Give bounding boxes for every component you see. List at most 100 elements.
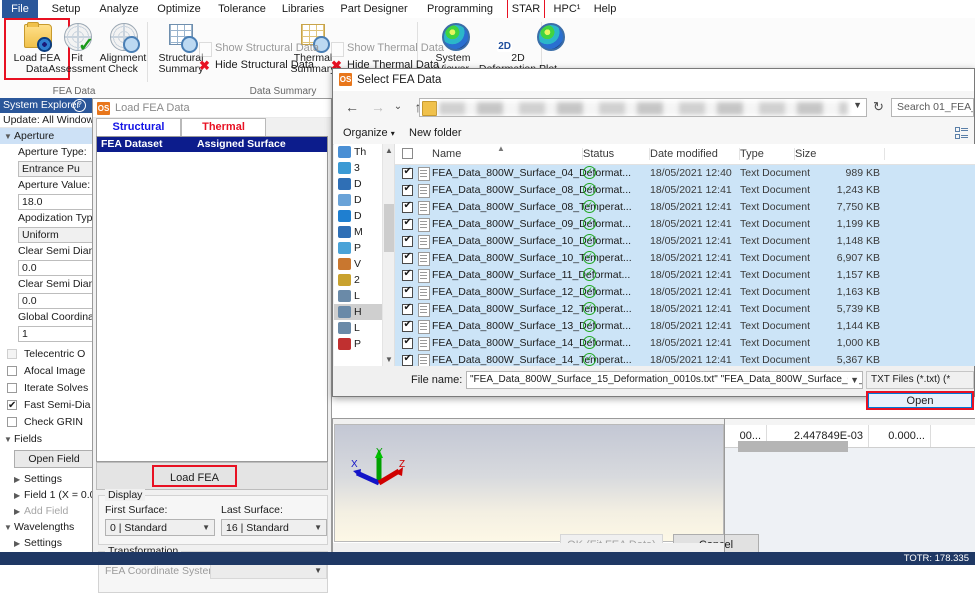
- file-checkbox[interactable]: [402, 253, 413, 264]
- tree-node-wavelength-settings[interactable]: ▶Settings: [0, 535, 92, 551]
- file-checkbox[interactable]: [402, 270, 413, 281]
- file-checkbox[interactable]: [402, 202, 413, 213]
- tree-node-field-1[interactable]: ▶Field 1 (X = 0.00: [0, 487, 92, 503]
- fea-dataset-grid[interactable]: FEA Dataset Assigned Surface: [96, 136, 328, 462]
- organize-button[interactable]: Organize ▾: [343, 123, 395, 144]
- back-icon[interactable]: ←: [341, 96, 363, 118]
- column-separator[interactable]: [884, 148, 885, 160]
- file-checkbox[interactable]: [402, 321, 413, 332]
- apodization-type-input[interactable]: Uniform: [18, 227, 93, 243]
- update-all-windows-row[interactable]: Update: All Windows: [0, 113, 92, 128]
- chevron-right-icon[interactable]: ▶: [14, 536, 24, 552]
- iterate-solves-checkbox-row[interactable]: Iterate Solves: [0, 380, 92, 397]
- tree-node-add-field[interactable]: ▶Add Field: [0, 503, 92, 519]
- tab-thermal[interactable]: Thermal: [181, 118, 266, 136]
- column-header-date-modified[interactable]: Date modified: [650, 144, 740, 164]
- check-grin-checkbox-row[interactable]: Check GRIN: [0, 414, 92, 431]
- chevron-right-icon[interactable]: ▶: [14, 504, 24, 520]
- forward-icon[interactable]: →: [367, 96, 389, 118]
- file-checkbox[interactable]: [402, 287, 413, 298]
- checkbox-icon[interactable]: [7, 383, 17, 393]
- file-row[interactable]: FEA_Data_800W_Surface_14_Deformat...18/0…: [395, 335, 975, 352]
- checkbox-icon[interactable]: [7, 400, 17, 410]
- file-checkbox[interactable]: [402, 219, 413, 230]
- fast-semi-diameter-checkbox-row[interactable]: Fast Semi-Dia: [0, 397, 92, 414]
- menu-item-tolerance[interactable]: Tolerance: [212, 0, 272, 18]
- aperture-type-input[interactable]: Entrance Pu: [18, 161, 93, 177]
- last-surface-select[interactable]: 16 | Standard▼: [221, 519, 327, 536]
- menu-item-part-designer[interactable]: Part Designer: [334, 0, 414, 18]
- file-name-input[interactable]: "FEA_Data_800W_Surface_15_Deformation_00…: [466, 371, 863, 389]
- search-input[interactable]: Search 01_FEA_Da: [891, 98, 974, 117]
- file-checkbox[interactable]: [402, 304, 413, 315]
- refresh-icon[interactable]: ↻: [873, 99, 884, 115]
- address-bar[interactable]: ▼: [419, 98, 867, 117]
- column-header-status[interactable]: Status: [583, 144, 650, 164]
- file-checkbox[interactable]: [402, 338, 413, 349]
- chevron-down-icon[interactable]: ▼: [853, 100, 862, 110]
- select-all-checkbox[interactable]: [402, 148, 413, 159]
- clear-semi-diameter-input[interactable]: 0.0: [18, 260, 93, 276]
- menu-item-analyze[interactable]: Analyze: [92, 0, 146, 18]
- telecentric-checkbox-row[interactable]: Telecentric O: [0, 346, 92, 363]
- tab-structural[interactable]: Structural: [96, 118, 181, 136]
- chevron-down-icon[interactable]: ▼: [4, 520, 14, 536]
- chevron-down-icon[interactable]: ▼: [848, 372, 859, 388]
- menu-item-hpc-[interactable]: HPC¹: [550, 0, 584, 18]
- chevron-right-icon[interactable]: ▶: [14, 488, 24, 504]
- file-row[interactable]: FEA_Data_800W_Surface_08_Temperat...18/0…: [395, 199, 975, 216]
- load-fea-button[interactable]: Load FEA: [152, 465, 237, 487]
- file-checkbox[interactable]: [402, 185, 413, 196]
- checkbox-icon[interactable]: [7, 366, 17, 376]
- file-checkbox[interactable]: [402, 168, 413, 179]
- file-checkbox[interactable]: [402, 355, 413, 366]
- alignment-check-button[interactable]: Alignment Check: [92, 20, 154, 78]
- new-folder-button[interactable]: New folder: [409, 123, 462, 144]
- menu-item-help[interactable]: Help: [588, 0, 622, 18]
- open-field-button[interactable]: Open Field: [14, 450, 93, 468]
- checkbox-icon[interactable]: [7, 349, 17, 359]
- file-row[interactable]: FEA_Data_800W_Surface_10_Temperat...18/0…: [395, 250, 975, 267]
- file-checkbox[interactable]: [402, 236, 413, 247]
- file-row[interactable]: FEA_Data_800W_Surface_10_Deformat...18/0…: [395, 233, 975, 250]
- tree-node-aperture[interactable]: ▼Aperture: [0, 128, 92, 144]
- help-icon[interactable]: ?: [73, 99, 86, 112]
- tree-node-field-settings[interactable]: ▶Settings: [0, 471, 92, 487]
- file-row[interactable]: FEA_Data_800W_Surface_12_Temperat...18/0…: [395, 301, 975, 318]
- menu-item-star[interactable]: STAR: [508, 0, 544, 18]
- chevron-down-icon[interactable]: ▼: [4, 129, 14, 145]
- hide-structural-data-button[interactable]: ✖ Hide Structural Data: [196, 57, 314, 74]
- tree-node-wavelengths[interactable]: ▼Wavelengths: [0, 519, 92, 535]
- file-row[interactable]: FEA_Data_800W_Surface_13_Deformat...18/0…: [395, 318, 975, 335]
- aperture-value-input[interactable]: 18.0: [18, 194, 93, 210]
- global-coordinate-input[interactable]: 1: [18, 326, 93, 342]
- file-list[interactable]: ▲ Name Status Date modified Type Size FE…: [394, 144, 975, 366]
- open-button[interactable]: Open: [868, 393, 972, 408]
- scrollbar-thumb[interactable]: [384, 204, 394, 252]
- checkbox-icon[interactable]: [7, 417, 17, 427]
- menu-item-libraries[interactable]: Libraries: [276, 0, 330, 18]
- file-row[interactable]: FEA_Data_800W_Surface_11_Deformat...18/0…: [395, 267, 975, 284]
- file-row[interactable]: FEA_Data_800W_Surface_12_Deformat...18/0…: [395, 284, 975, 301]
- column-header-name[interactable]: Name: [432, 144, 583, 164]
- chevron-down-icon[interactable]: ▼: [4, 432, 14, 448]
- file-row[interactable]: FEA_Data_800W_Surface_04_Deformat...18/0…: [395, 165, 975, 182]
- show-thermal-data-button[interactable]: Show Thermal Data: [328, 40, 444, 57]
- menu-item-file[interactable]: File: [2, 0, 38, 18]
- recent-locations-icon[interactable]: ⌄: [387, 96, 409, 118]
- file-type-filter-select[interactable]: TXT Files (*.txt) (*: [866, 371, 974, 389]
- 3d-viewport[interactable]: X Y Z: [334, 424, 724, 542]
- chevron-right-icon[interactable]: ▶: [14, 472, 24, 488]
- file-row[interactable]: FEA_Data_800W_Surface_14_Temperat...18/0…: [395, 352, 975, 366]
- column-header-size[interactable]: Size: [795, 144, 885, 164]
- menu-item-setup[interactable]: Setup: [44, 0, 88, 18]
- afocal-image-checkbox-row[interactable]: Afocal Image: [0, 363, 92, 380]
- menu-item-programming[interactable]: Programming: [418, 0, 502, 18]
- clear-semi-diameter-margin-input[interactable]: 0.0: [18, 293, 93, 309]
- file-row[interactable]: FEA_Data_800W_Surface_08_Deformat...18/0…: [395, 182, 975, 199]
- tree-node-fields[interactable]: ▼Fields: [0, 431, 92, 447]
- first-surface-select[interactable]: 0 | Standard▼: [105, 519, 215, 536]
- file-row[interactable]: FEA_Data_800W_Surface_09_Deformat...18/0…: [395, 216, 975, 233]
- column-header-type[interactable]: Type: [740, 144, 795, 164]
- show-structural-data-button[interactable]: Show Structural Data: [196, 40, 319, 57]
